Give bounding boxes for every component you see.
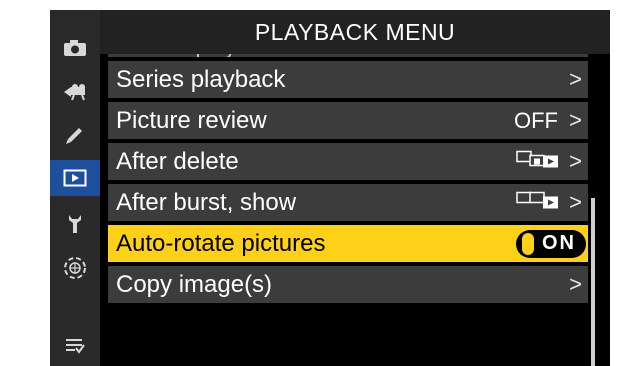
network-icon xyxy=(64,257,86,279)
menu-item-value: OFF xyxy=(514,107,558,133)
tab-movie-shooting[interactable] xyxy=(50,74,100,110)
playback-icon xyxy=(63,169,87,187)
menu-item-label: Series playback xyxy=(116,65,286,93)
after-burst-icon xyxy=(516,188,560,217)
camera-menu-screen: Filtered playback criteria Series playba… xyxy=(50,10,610,366)
menu-item-label: After delete xyxy=(116,147,239,175)
tab-my-menu[interactable] xyxy=(50,328,100,364)
chevron-right-icon: > xyxy=(569,106,582,132)
menu-item-copy-images[interactable]: Copy image(s) > xyxy=(108,266,588,303)
camera-icon xyxy=(64,40,86,56)
tab-retouch[interactable] xyxy=(50,117,100,153)
menu-item-picture-review[interactable]: Picture review OFF > xyxy=(108,102,588,139)
camera-screen-frame: Filtered playback criteria Series playba… xyxy=(0,0,643,366)
chevron-right-icon: > xyxy=(569,65,582,91)
menu-item-series-playback[interactable]: Series playback > xyxy=(108,61,588,98)
toggle-icon[interactable]: ON xyxy=(516,229,586,258)
scrollbar[interactable] xyxy=(591,198,595,366)
menu-item-label: After burst, show xyxy=(116,188,297,216)
movie-camera-icon xyxy=(64,84,85,101)
menu-item-after-burst-show[interactable]: After burst, show > xyxy=(108,184,588,221)
my-menu-icon xyxy=(66,339,85,354)
menu-item-label: Copy image(s) xyxy=(116,270,273,298)
chevron-right-icon: > xyxy=(569,147,582,173)
chevron-right-icon: > xyxy=(569,270,582,296)
after-delete-icon xyxy=(516,147,560,176)
tab-setup[interactable] xyxy=(50,206,100,242)
menu-item-auto-rotate-pictures[interactable]: Auto-rotate pictures ON xyxy=(108,225,588,262)
menu-item-label: Picture review xyxy=(116,106,267,134)
chevron-right-icon: > xyxy=(569,188,582,214)
tab-network[interactable] xyxy=(50,250,100,286)
menu-tab-strip xyxy=(50,10,100,366)
menu-item-label: Auto-rotate pictures xyxy=(116,229,326,257)
menu-item-after-delete[interactable]: After delete > xyxy=(108,143,588,180)
pencil-icon xyxy=(66,128,82,144)
toggle-state-text: ON xyxy=(542,232,576,254)
wrench-icon xyxy=(69,215,81,233)
page-title: PLAYBACK MENU xyxy=(100,10,610,54)
tab-photo-shooting[interactable] xyxy=(50,30,100,66)
toggle-knob xyxy=(522,232,534,255)
menu-list: Filtered playback criteria Series playba… xyxy=(108,10,588,366)
tab-playback[interactable] xyxy=(50,160,100,196)
